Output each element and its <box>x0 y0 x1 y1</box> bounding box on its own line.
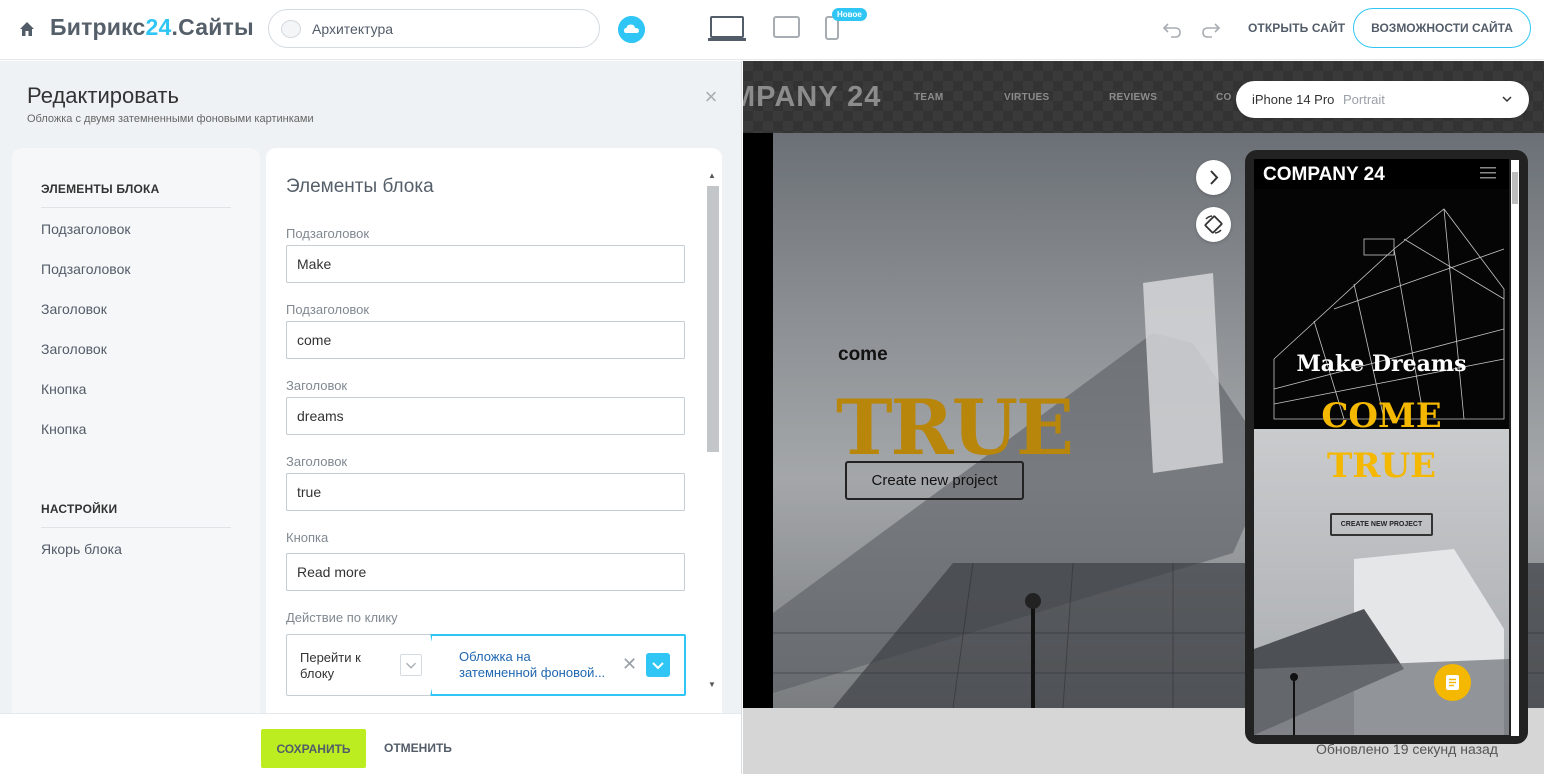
desktop-view-icon[interactable] <box>708 16 746 42</box>
cloud-icon[interactable] <box>618 16 645 43</box>
site-nav-link[interactable]: REVIEWS <box>1109 92 1157 103</box>
edit-panel: Редактировать Обложка с двумя затемненны… <box>0 61 742 774</box>
phone-hero-heading: COME <box>1321 396 1442 436</box>
clear-icon[interactable]: ✕ <box>622 654 637 675</box>
site-selector[interactable]: Архитектура <box>268 9 600 48</box>
close-icon[interactable]: × <box>703 86 719 108</box>
open-site-link[interactable]: ОТКРЫТЬ САЙТ <box>1248 21 1345 35</box>
subheading-input[interactable]: Make <box>286 245 685 283</box>
chevron-down-icon[interactable] <box>400 654 422 676</box>
field-label: Подзаголовок <box>286 302 370 317</box>
site-nav-link[interactable]: CO <box>1216 92 1232 103</box>
panel-title: Редактировать <box>27 83 179 108</box>
heading-input[interactable]: true <box>286 473 685 511</box>
field-label: Заголовок <box>286 454 348 469</box>
brand-logo: Битрикс24.Сайты <box>50 14 254 40</box>
site-preview: MPANY 24 TEAM VIRTUES REVIEWS CO come TR… <box>743 61 1544 774</box>
phone-preview-frame: COMPANY 24 Make Dreams COME TRUE CREATE … <box>1245 150 1528 744</box>
chevron-right-icon <box>1210 170 1219 185</box>
hero-subheading[interactable]: come <box>838 344 888 366</box>
block-elements-form: Элементы блока Подзаголовок Make Подзаго… <box>266 148 722 774</box>
heading-input[interactable]: dreams <box>286 397 685 435</box>
rotate-icon <box>1204 215 1223 234</box>
site-nav-link[interactable]: TEAM <box>914 92 944 103</box>
phone-scrollbar[interactable] <box>1511 160 1519 736</box>
phone-create-project-button[interactable]: CREATE NEW PROJECT <box>1330 513 1433 536</box>
scrollbar-thumb[interactable] <box>707 186 719 452</box>
site-features-button[interactable]: ВОЗМОЖНОСТИ САЙТА <box>1353 8 1531 48</box>
nav-item-subheading[interactable]: Подзаголовок <box>41 261 131 277</box>
nav-item-heading[interactable]: Заголовок <box>41 301 107 317</box>
nav-item-button[interactable]: Кнопка <box>41 381 86 397</box>
field-label: Кнопка <box>286 530 329 545</box>
phone-hero-heading: TRUE <box>1326 446 1437 486</box>
vertical-scrollbar[interactable]: ▲ ▼ <box>704 168 720 698</box>
device-selector[interactable]: iPhone 14 Pro Portrait <box>1236 81 1529 118</box>
action-type-select[interactable]: Перейти к блоку <box>300 650 380 682</box>
block-elements-nav: ЭЛЕМЕНТЫ БЛОКА Подзаголовок Подзаголовок… <box>12 148 260 758</box>
nav-item-anchor[interactable]: Якорь блока <box>41 541 122 557</box>
chat-icon <box>1446 675 1459 690</box>
preview-left-edge <box>743 133 773 708</box>
phone-dark-section <box>1254 189 1509 429</box>
next-arrow-button[interactable] <box>1196 160 1231 195</box>
tablet-view-icon[interactable] <box>773 16 800 38</box>
phone-site-logo: COMPANY 24 <box>1263 164 1385 185</box>
site-nav-link[interactable]: VIRTUES <box>1004 92 1049 103</box>
undo-icon[interactable] <box>1162 19 1182 39</box>
phone-hero-subheading: Make Dreams <box>1296 351 1467 377</box>
new-badge: Новое <box>832 8 867 21</box>
device-orientation: Portrait <box>1343 92 1385 107</box>
site-name: Архитектура <box>312 21 394 37</box>
divider <box>41 527 231 528</box>
site-thumbnail-icon <box>281 20 301 38</box>
button-text-input[interactable]: Read more <box>286 553 685 591</box>
scrollbar-thumb[interactable] <box>1512 172 1518 204</box>
create-project-button[interactable]: Create new project <box>845 461 1024 500</box>
field-label: Подзаголовок <box>286 226 370 241</box>
save-button[interactable]: СОХРАНИТЬ <box>261 729 366 768</box>
divider <box>41 207 231 208</box>
action-target-value: Обложка на затемненной фоновой... <box>459 649 606 680</box>
chevron-down-icon[interactable] <box>646 653 670 677</box>
panel-subtitle: Обложка с двумя затемненными фоновыми ка… <box>27 113 314 125</box>
panel-footer: СОХРАНИТЬ ОТМЕНИТЬ <box>0 713 741 774</box>
field-label: Действие по клику <box>286 610 398 625</box>
phone-screen: COMPANY 24 Make Dreams COME TRUE CREATE … <box>1254 159 1509 735</box>
nav-item-heading[interactable]: Заголовок <box>41 341 107 357</box>
rotate-device-button[interactable] <box>1196 207 1231 242</box>
action-target-select[interactable]: Обложка на затемненной фоновой... ✕ <box>430 634 686 696</box>
building-wireframe-image <box>1273 208 1505 420</box>
home-icon[interactable] <box>18 20 36 38</box>
menu-icon[interactable] <box>1480 167 1496 179</box>
subheading-input[interactable]: come <box>286 321 685 359</box>
hero-heading[interactable]: TRUE <box>836 383 1074 472</box>
nav-section-settings: НАСТРОЙКИ <box>41 502 118 516</box>
field-label: Заголовок <box>286 378 348 393</box>
click-action-field: Перейти к блоку Обложка на затемненной ф… <box>286 634 686 696</box>
redo-icon[interactable] <box>1201 19 1221 39</box>
chevron-down-icon <box>1502 96 1512 103</box>
nav-section-elements: ЭЛЕМЕНТЫ БЛОКА <box>41 182 160 196</box>
scroll-up-icon[interactable]: ▲ <box>708 171 716 180</box>
cancel-button[interactable]: ОТМЕНИТЬ <box>384 741 452 755</box>
nav-item-button[interactable]: Кнопка <box>41 421 86 437</box>
top-bar: Битрикс24.Сайты Архитектура Новое ОТКРЫТ… <box>0 0 1544 60</box>
form-title: Элементы блока <box>286 176 434 197</box>
chat-widget-button[interactable] <box>1434 664 1471 701</box>
scroll-down-icon[interactable]: ▼ <box>708 680 716 689</box>
device-name: iPhone 14 Pro <box>1252 92 1335 107</box>
nav-item-subheading[interactable]: Подзаголовок <box>41 221 131 237</box>
site-logo: MPANY 24 <box>743 81 882 113</box>
